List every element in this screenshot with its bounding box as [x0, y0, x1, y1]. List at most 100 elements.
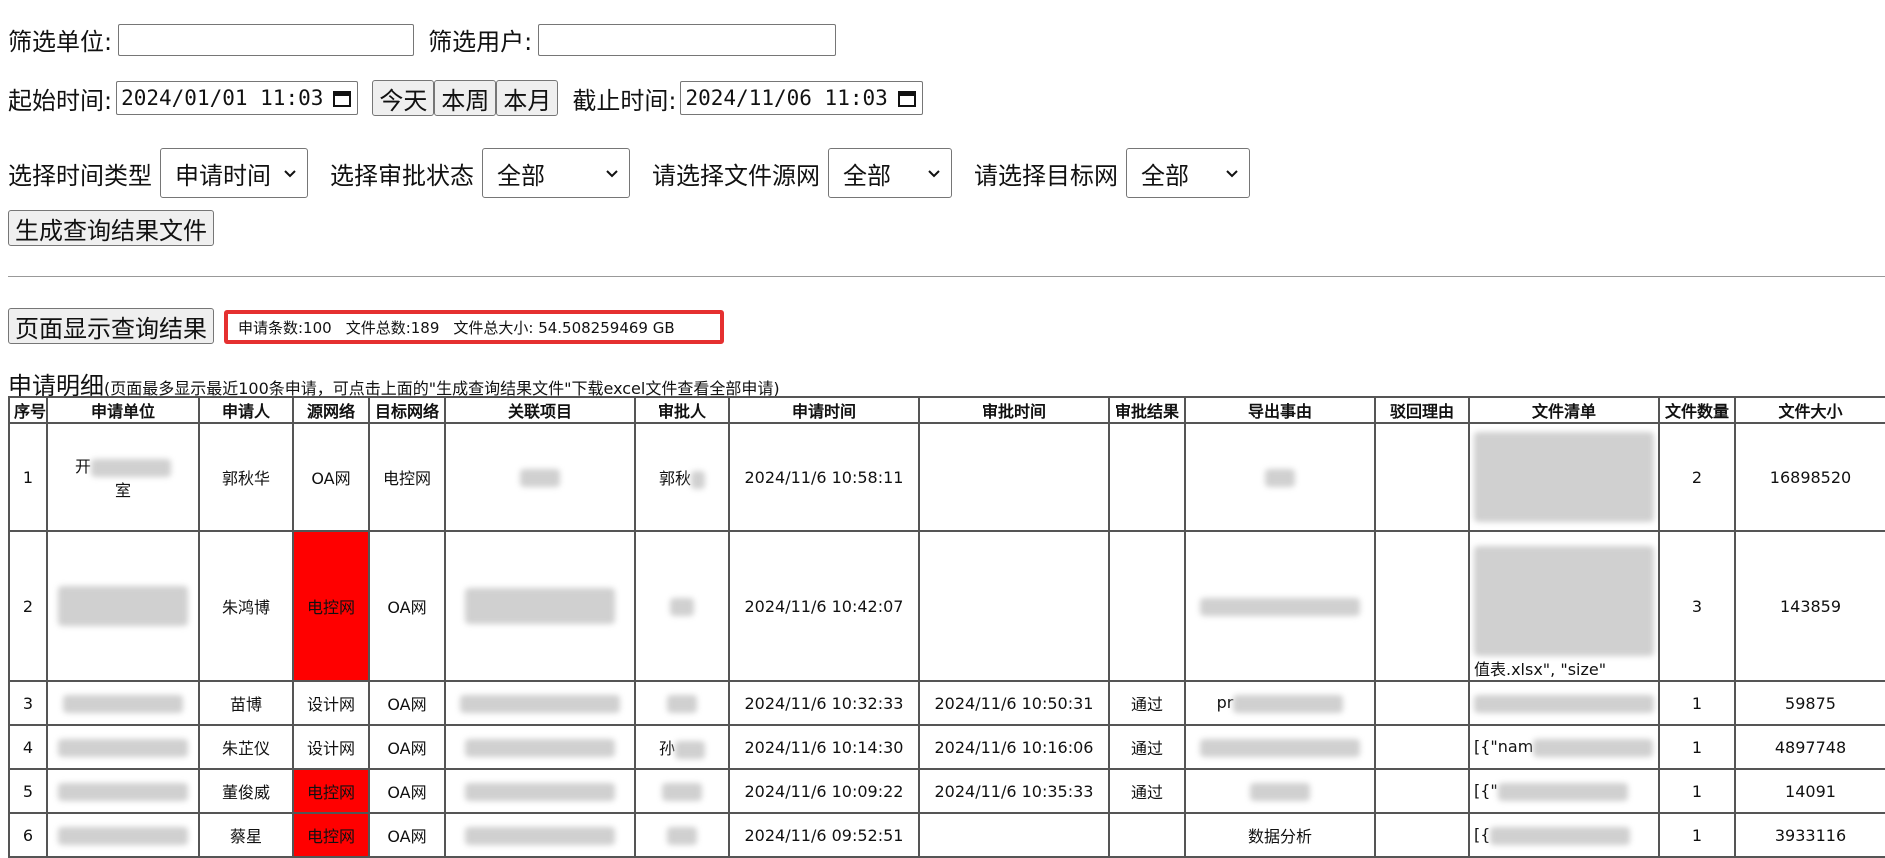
blurred-text: [1490, 826, 1631, 845]
cell-result: [1108, 530, 1186, 682]
cell-unit-text: 开: [74, 457, 91, 476]
calendar-icon[interactable]: [333, 89, 352, 107]
cell-approve-time: [918, 530, 1110, 682]
cell-project: [444, 422, 636, 532]
cell-source-net: 设计网: [292, 724, 370, 770]
generate-result-file-button[interactable]: 生成查询结果文件: [8, 210, 214, 246]
generate-row: 生成查询结果文件: [8, 210, 214, 246]
file-count: 文件总数:189: [345, 318, 440, 337]
table-row: 3 苗博 设计网 OA网 2024/11/6 10:32:33 2024/11/…: [8, 680, 1885, 726]
cell-apply-time: 2024/11/6 10:32:33: [728, 680, 920, 726]
cell-target-net: OA网: [368, 680, 446, 726]
cell-project: [444, 680, 636, 726]
approval-status-select[interactable]: 全部: [482, 148, 630, 198]
time-type-select[interactable]: 申请时间: [160, 148, 308, 198]
cell-reason: [1184, 768, 1376, 814]
cell-file-size: 59875: [1734, 680, 1885, 726]
source-net-label: 请选择文件源网: [652, 161, 820, 190]
cell-files-text: [{"nam: [1474, 737, 1534, 757]
chevron-down-icon: [928, 170, 940, 178]
cell-target-net: OA网: [368, 768, 446, 814]
filter-unit-label: 筛选单位:: [8, 28, 113, 56]
col-result: 审批结果: [1108, 396, 1186, 424]
request-count: 申请条数:100: [238, 318, 332, 337]
cell-approve-time: [918, 812, 1110, 858]
cell-reject: [1374, 724, 1470, 770]
cell-file-count: 3: [1658, 530, 1736, 682]
cell-no: 5: [8, 768, 48, 814]
request-table: 序号 申请单位 申请人 源网络 目标网络 关联项目 审批人 申请时间 审批时间 …: [8, 396, 1885, 858]
blurred-text: [1474, 546, 1654, 656]
export-audit-page: 筛选单位: 筛选用户: 起始时间: 2024/01/01 11:03 今天 本周…: [0, 0, 1885, 858]
filter-unit-input[interactable]: [118, 23, 415, 56]
today-button[interactable]: 今天: [372, 80, 435, 116]
cell-files-text: [{": [1474, 781, 1498, 801]
col-no: 序号: [8, 396, 48, 424]
cell-user: 蔡星: [198, 812, 294, 858]
cell-reason: 数据分析: [1184, 812, 1376, 858]
time-type-value: 申请时间: [175, 161, 271, 190]
filter-user-label: 筛选用户:: [428, 28, 533, 56]
cell-user: 郭秋华: [198, 422, 294, 532]
blurred-text: [1474, 432, 1654, 522]
filter-row-1: 筛选单位: 筛选用户:: [8, 22, 837, 57]
cell-target-net: 电控网: [368, 422, 446, 532]
cell-files: [{: [1468, 812, 1660, 858]
end-time-value: 2024/11/06 11:03: [685, 86, 888, 110]
cell-result: [1108, 812, 1186, 858]
start-time-value: 2024/01/01 11:03: [121, 86, 324, 110]
cell-approver: 郭秋: [634, 422, 730, 532]
filter-user-input[interactable]: [538, 23, 837, 56]
blurred-text: [1474, 694, 1654, 713]
col-apply-time: 申请时间: [728, 396, 920, 424]
cell-approver-text: 郭秋: [658, 469, 691, 488]
calendar-icon[interactable]: [897, 89, 916, 107]
cell-unit: 开室: [46, 422, 200, 532]
blurred-text: [91, 458, 171, 477]
cell-file-size: 14091: [1734, 768, 1885, 814]
cell-user: 朱芷仪: [198, 724, 294, 770]
cell-apply-time: 2024/11/6 10:14:30: [728, 724, 920, 770]
cell-no: 3: [8, 680, 48, 726]
cell-source-net: 设计网: [292, 680, 370, 726]
cell-approve-time: 2024/11/6 10:35:33: [918, 768, 1110, 814]
cell-target-net: OA网: [368, 812, 446, 858]
cell-unit: [46, 768, 200, 814]
cell-no: 2: [8, 530, 48, 682]
cell-file-count: 1: [1658, 768, 1736, 814]
cell-approver-text: 孙: [658, 739, 675, 758]
cell-reason-text: pr: [1216, 693, 1234, 713]
cell-approver: [634, 812, 730, 858]
source-net-select[interactable]: 全部: [828, 148, 952, 198]
this-month-button[interactable]: 本月: [496, 80, 559, 116]
blurred-text: [1265, 468, 1295, 487]
cell-apply-time: 2024/11/6 10:42:07: [728, 530, 920, 682]
blurred-text: [460, 694, 620, 713]
start-time-input[interactable]: 2024/01/01 11:03: [116, 81, 359, 115]
blurred-text: [58, 586, 188, 626]
show-results-button[interactable]: 页面显示查询结果: [8, 308, 214, 344]
cell-result: 通过: [1108, 724, 1186, 770]
blurred-text: [667, 826, 697, 845]
chevron-down-icon: [606, 170, 618, 178]
cell-file-count: 1: [1658, 724, 1736, 770]
col-source-net: 源网络: [292, 396, 370, 424]
cell-approver: [634, 530, 730, 682]
blurred-text: [465, 588, 615, 624]
cell-source-net: 电控网: [292, 812, 370, 858]
end-time-input[interactable]: 2024/11/06 11:03: [680, 81, 923, 115]
cell-reject: [1374, 422, 1470, 532]
cell-reject: [1374, 530, 1470, 682]
end-time-label: 截止时间:: [572, 86, 677, 115]
cell-file-size: 4897748: [1734, 724, 1885, 770]
results-summary-box: 申请条数:100 文件总数:189 文件总大小: 54.508259469 GB: [224, 310, 724, 344]
blurred-text: [58, 782, 188, 801]
target-net-select[interactable]: 全部: [1126, 148, 1250, 198]
results-row: 页面显示查询结果: [8, 308, 214, 344]
col-approve-time: 审批时间: [918, 396, 1110, 424]
blurred-text: [675, 740, 705, 759]
this-week-button[interactable]: 本周: [434, 80, 497, 116]
cell-no: 1: [8, 422, 48, 532]
blurred-text: [691, 470, 705, 489]
filter-row-3: 选择时间类型 申请时间 选择审批状态 全部 请选择文件源网 全部 请选择目标网 …: [8, 148, 1250, 198]
